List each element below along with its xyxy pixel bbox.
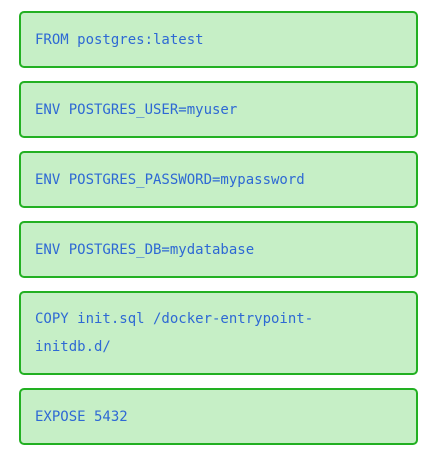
- instruction-text-line-1: COPY init.sql /docker-entrypoint-: [35, 311, 314, 327]
- instruction-env-user: ENV POSTGRES_USER=myuser: [19, 81, 418, 138]
- instruction-expose: EXPOSE 5432: [19, 388, 418, 445]
- instruction-text: ENV POSTGRES_USER=myuser: [35, 101, 238, 118]
- instruction-env-password: ENV POSTGRES_PASSWORD=mypassword: [19, 151, 418, 208]
- instruction-copy: COPY init.sql /docker-entrypoint- initdb…: [19, 291, 418, 375]
- instruction-text: EXPOSE 5432: [35, 408, 128, 425]
- instruction-env-db: ENV POSTGRES_DB=mydatabase: [19, 221, 418, 278]
- instruction-text: ENV POSTGRES_DB=mydatabase: [35, 241, 255, 258]
- instruction-text-line-2: initdb.d/: [35, 339, 111, 355]
- instruction-text-wrapper: COPY init.sql /docker-entrypoint- initdb…: [35, 305, 313, 361]
- instruction-from: FROM postgres:latest: [19, 11, 418, 68]
- instruction-text: ENV POSTGRES_PASSWORD=mypassword: [35, 171, 305, 188]
- dockerfile-instruction-stack: FROM postgres:latest ENV POSTGRES_USER=m…: [19, 11, 418, 445]
- instruction-text: FROM postgres:latest: [35, 31, 204, 48]
